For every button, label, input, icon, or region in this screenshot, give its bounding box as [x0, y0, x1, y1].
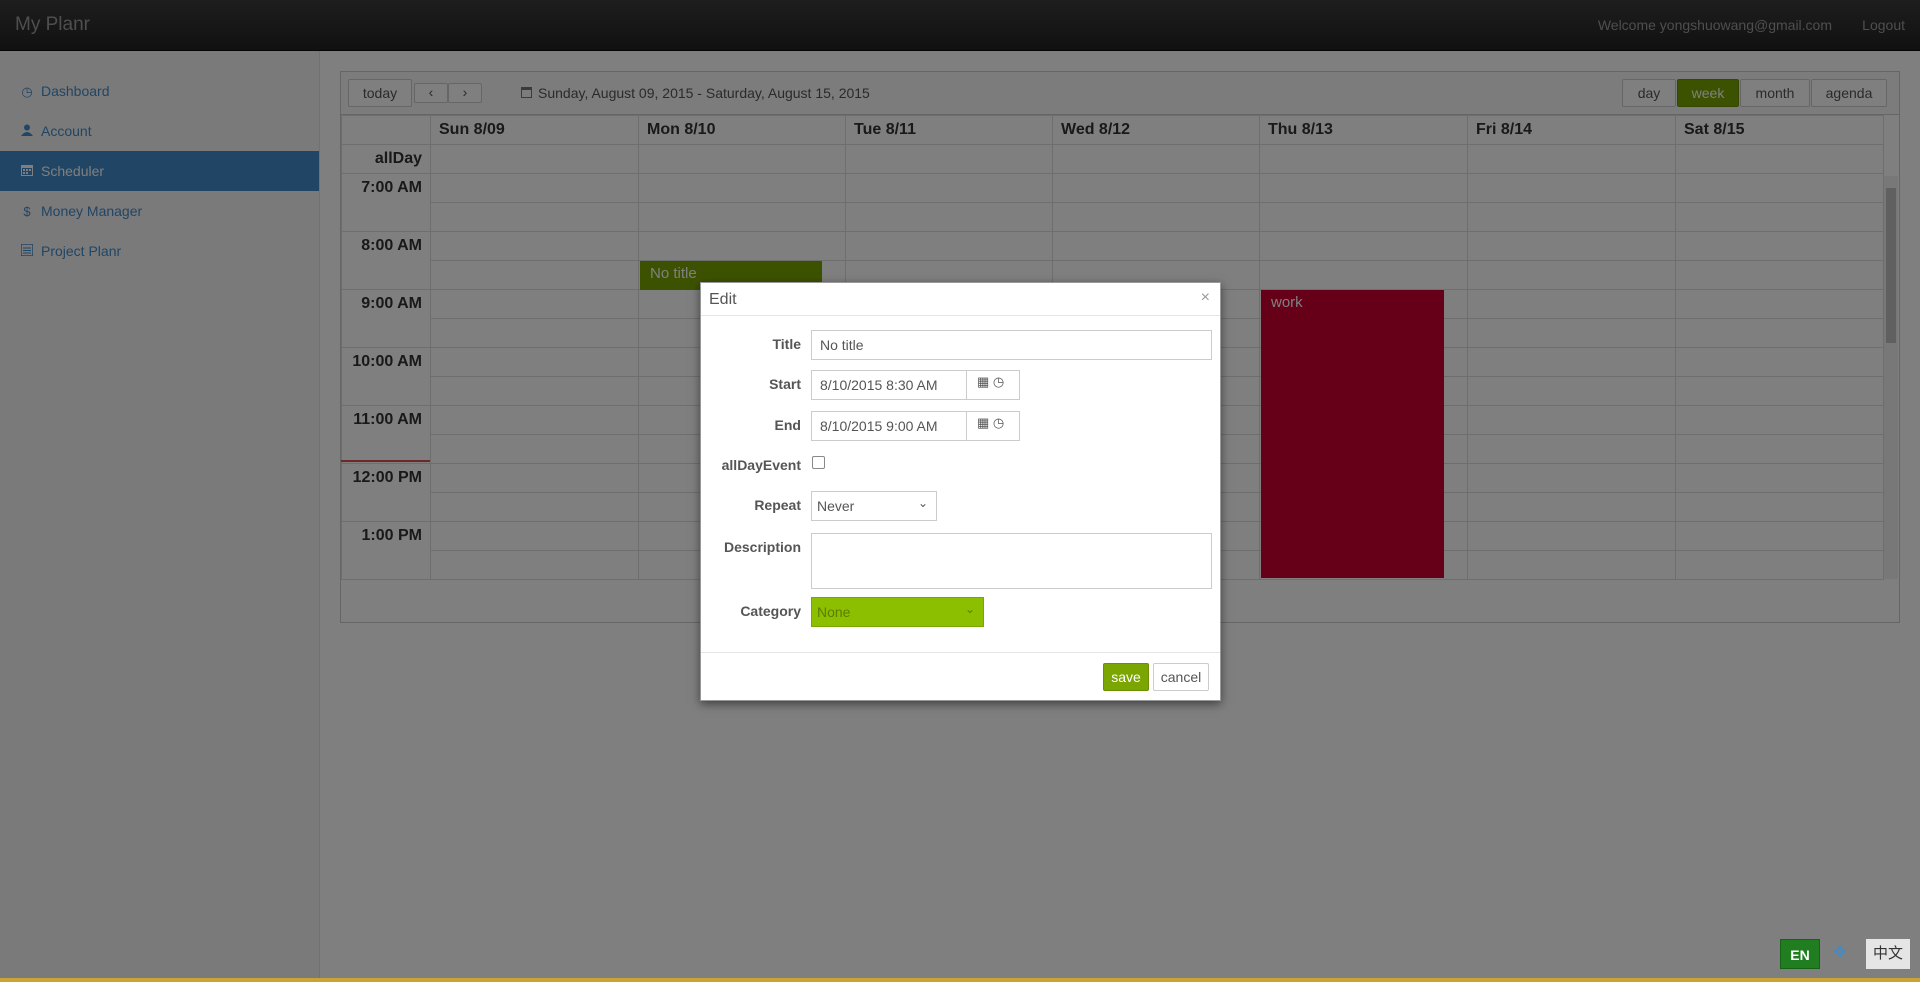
start-label: Start	[769, 376, 801, 392]
category-value: None	[817, 604, 851, 620]
description-textarea[interactable]	[811, 533, 1212, 589]
move-icon[interactable]: ✥	[1830, 942, 1850, 966]
clock-icon[interactable]: ◷	[993, 374, 1004, 389]
end-input[interactable]: 8/10/2015 9:00 AM	[811, 411, 967, 441]
cancel-button[interactable]: cancel	[1153, 663, 1209, 691]
category-label: Category	[740, 603, 801, 619]
chevron-down-icon: ⌄	[964, 602, 975, 616]
repeat-value: Never	[817, 498, 855, 514]
taskbar-strip	[0, 978, 1920, 982]
repeat-select[interactable]: Never ⌄	[811, 491, 937, 521]
modal-title: Edit	[709, 291, 737, 308]
start-picker[interactable]: ▦ ◷	[966, 370, 1020, 400]
calendar-icon[interactable]: ▦	[977, 374, 989, 389]
save-button[interactable]: save	[1103, 663, 1149, 691]
start-input[interactable]: 8/10/2015 8:30 AM	[811, 370, 967, 400]
language-zh-button[interactable]: 中文	[1866, 939, 1910, 969]
end-picker[interactable]: ▦ ◷	[966, 411, 1020, 441]
allday-event-checkbox[interactable]	[812, 456, 825, 469]
end-label: End	[774, 417, 801, 433]
title-input[interactable]: No title	[811, 330, 1212, 360]
calendar-icon[interactable]: ▦	[977, 415, 989, 430]
modal-footer-divider	[701, 652, 1220, 653]
description-label: Description	[723, 539, 801, 555]
category-select[interactable]: None ⌄	[811, 597, 984, 627]
clock-icon[interactable]: ◷	[993, 415, 1004, 430]
title-label: Title	[772, 336, 801, 352]
allday-event-label: allDayEvent	[721, 457, 801, 473]
modal-header-divider	[701, 315, 1220, 316]
edit-event-modal: Edit × Title No title Start 8/10/2015 8:…	[700, 282, 1221, 701]
close-icon[interactable]: ×	[1201, 289, 1210, 307]
chevron-down-icon: ⌄	[917, 496, 928, 510]
language-en-button[interactable]: EN	[1780, 939, 1820, 969]
repeat-label: Repeat	[754, 497, 801, 513]
